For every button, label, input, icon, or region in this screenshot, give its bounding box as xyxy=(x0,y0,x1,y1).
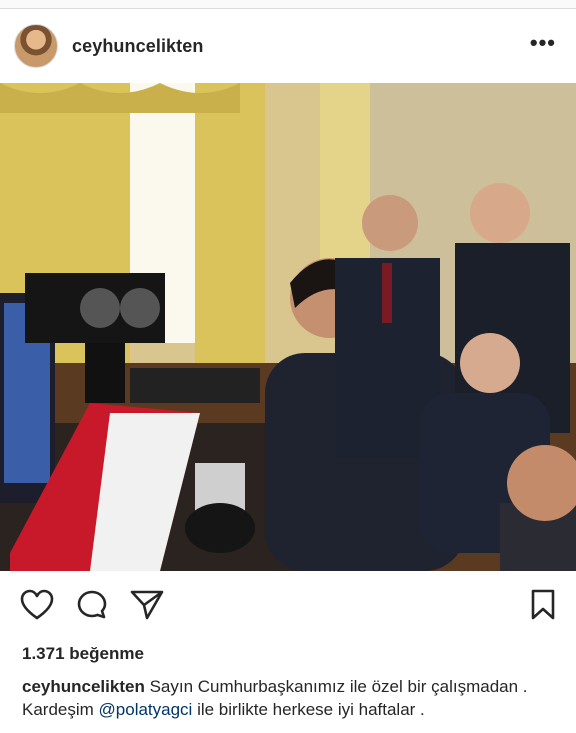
send-icon[interactable] xyxy=(130,589,164,621)
like-count[interactable]: 1.371 beğenme xyxy=(0,637,576,671)
heart-icon[interactable] xyxy=(20,589,54,621)
avatar[interactable] xyxy=(14,24,58,68)
more-icon[interactable]: ••• xyxy=(530,32,556,54)
post-photo[interactable] xyxy=(0,83,576,571)
post-username[interactable]: ceyhuncelikten xyxy=(72,36,203,57)
comment-icon[interactable] xyxy=(76,589,108,621)
caption-username[interactable]: ceyhuncelikten xyxy=(22,677,145,696)
bookmark-icon[interactable] xyxy=(530,589,556,621)
post-caption: ceyhuncelikten Sayın Cumhurbaşkanımız il… xyxy=(0,675,576,721)
top-divider xyxy=(0,0,576,9)
caption-text-end: ile birlikte herkese iyi haftalar . xyxy=(192,700,425,719)
action-bar xyxy=(0,571,576,637)
caption-mention[interactable]: @polatyagci xyxy=(99,700,193,719)
post-header: ceyhuncelikten ••• xyxy=(0,9,576,83)
